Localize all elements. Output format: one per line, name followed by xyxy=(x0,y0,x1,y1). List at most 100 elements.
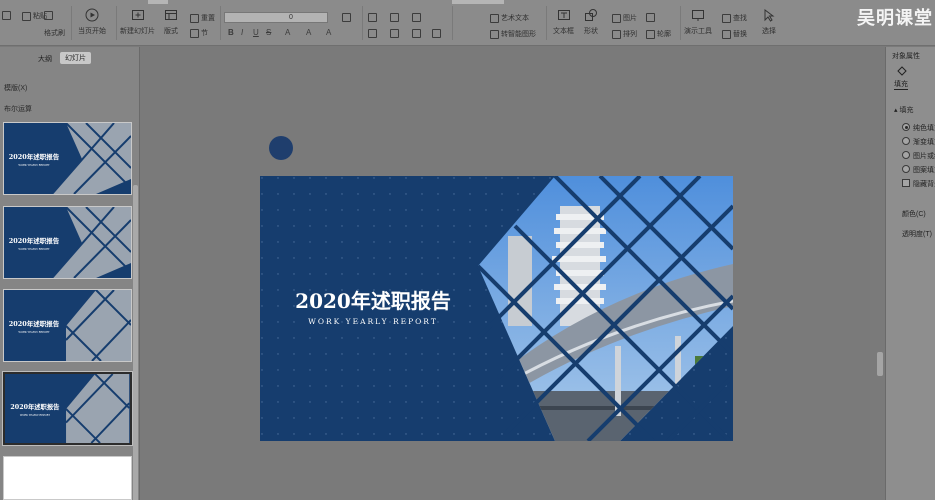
align-right-button[interactable] xyxy=(412,29,421,38)
shape-icon xyxy=(585,9,597,21)
thumbnail-3-graphic: 2020年述职报告 WORK YEARLY REPORT xyxy=(9,290,131,361)
align-center-icon xyxy=(390,29,399,38)
outline-label: 轮廓 xyxy=(657,31,671,38)
gradient-fill-radio[interactable] xyxy=(902,137,910,145)
picture-label: 图片 xyxy=(623,15,637,22)
align-left-button[interactable] xyxy=(368,29,377,38)
color-label[interactable]: 颜色(C) xyxy=(902,209,926,219)
replace-label: 替换 xyxy=(733,31,747,38)
thumbnail-2-graphic: 2020年述职报告 WORK YEARLY REPORT xyxy=(9,207,131,278)
fill-section-header[interactable]: ▴ 填充 xyxy=(894,105,913,115)
italic-button[interactable]: I xyxy=(241,28,243,37)
slide-subtitle[interactable]: WORK YEARLY REPORT xyxy=(294,317,452,326)
font-color-button[interactable]: A xyxy=(285,28,290,37)
font-grow-button[interactable] xyxy=(342,13,351,22)
play-icon xyxy=(85,8,99,22)
object-properties-panel: 对象属性 填充 ▴ 填充 纯色填充 渐变填充 图片或纹理填充 图案填充 隐藏背景… xyxy=(885,47,935,500)
play-from-current-button[interactable]: 当页开始 xyxy=(78,8,106,36)
font-size-value: 0 xyxy=(289,14,293,21)
font-size-field[interactable]: 0 xyxy=(224,12,328,23)
thumbnail-scrollbar[interactable] xyxy=(133,185,138,500)
picture-button[interactable]: 图片 xyxy=(612,13,637,23)
underline-button[interactable]: U xyxy=(253,28,259,37)
section-label: 节 xyxy=(201,30,208,37)
highlight-button[interactable]: A xyxy=(306,28,311,37)
slide-title[interactable]: 2020年述职报告 xyxy=(294,285,452,314)
hide-background-checkbox[interactable] xyxy=(902,179,910,187)
slide-thumbnail-1[interactable]: 2020年述职报告 WORK YEARLY REPORT xyxy=(3,122,132,195)
boolean-ops-label[interactable]: 布尔运算 xyxy=(4,104,32,114)
select-button[interactable]: 选择 xyxy=(762,8,776,36)
arrange-button[interactable]: 排列 xyxy=(612,29,637,39)
ribbon-divider xyxy=(546,6,547,40)
layout-button[interactable]: 版式 xyxy=(164,8,178,36)
reset-label: 重置 xyxy=(201,15,215,22)
transparency-label[interactable]: 透明度(T) xyxy=(902,229,932,239)
panel-tabs: 大纲 幻灯片 xyxy=(0,52,140,66)
new-slide-button[interactable]: 新建幻灯片 xyxy=(120,8,155,36)
tab-fill[interactable]: 填充 xyxy=(894,79,908,90)
picture-fill-radio[interactable] xyxy=(902,151,910,159)
text-effect-button[interactable]: 艺术文本 xyxy=(490,13,529,23)
template-label[interactable]: 模版(X) xyxy=(4,83,27,93)
convert-smartart-button[interactable]: 转智能图形 xyxy=(490,29,536,39)
canvas-scrollbar[interactable] xyxy=(877,352,883,376)
indent-icon xyxy=(412,13,421,22)
brush-icon xyxy=(44,11,53,20)
indent-button[interactable] xyxy=(412,13,421,22)
gradient-fill-label: 渐变填充 xyxy=(913,139,935,146)
ribbon-tab-start-highlight[interactable] xyxy=(148,0,168,4)
ribbon-toolbar: 粘贴 格式刷 当页开始 新建幻灯片 版式 重置 节 0 B I U S A A … xyxy=(0,0,935,46)
pattern-fill-label: 图案填充 xyxy=(913,167,935,174)
replace-button[interactable]: 替换 xyxy=(722,29,747,39)
find-label: 查找 xyxy=(733,15,747,22)
replace-icon xyxy=(722,29,731,39)
pattern-fill-radio[interactable] xyxy=(902,165,910,173)
tab-slides[interactable]: 幻灯片 xyxy=(60,52,91,64)
presentation-app: { "brand": "吴明课堂", "ribbon": { "paste": … xyxy=(0,0,935,500)
ribbon-divider xyxy=(362,6,363,40)
arrange-icon xyxy=(612,29,621,39)
ribbon-tabs-strip xyxy=(0,0,935,4)
format-painter-label: 格式刷 xyxy=(44,30,65,37)
slide-editing-canvas[interactable]: 2020年述职报告 WORK YEARLY REPORT xyxy=(141,47,884,500)
slide-thumbnail-2[interactable]: 2020年述职报告 WORK YEARLY REPORT xyxy=(3,206,132,279)
cut-button[interactable] xyxy=(2,11,11,20)
presentation-tools-button[interactable]: 演示工具 xyxy=(684,8,712,36)
strikethrough-button[interactable]: S xyxy=(266,28,271,37)
slide-thumbnail-panel: 大纲 幻灯片 模版(X) 布尔运算 2020年述职报告 WORK YEARLY … xyxy=(0,47,140,500)
fill-icon xyxy=(646,13,655,22)
shape-button[interactable]: 形状 xyxy=(584,8,598,36)
new-slide-label: 新建幻灯片 xyxy=(120,28,155,35)
solid-fill-radio[interactable] xyxy=(902,123,910,131)
bold-button[interactable]: B xyxy=(228,28,234,37)
thumbnail-1-graphic: 2020年述职报告 WORK YEARLY REPORT xyxy=(9,123,131,194)
justify-button[interactable] xyxy=(432,29,441,38)
numbered-list-button[interactable] xyxy=(390,13,399,22)
circle-shape[interactable] xyxy=(269,136,293,160)
align-center-button[interactable] xyxy=(390,29,399,38)
paste-icon xyxy=(22,11,31,21)
section-button[interactable]: 节 xyxy=(190,28,208,38)
outline-button[interactable]: 轮廓 xyxy=(646,29,671,39)
play-from-current-label: 当页开始 xyxy=(78,28,106,35)
reset-button[interactable]: 重置 xyxy=(190,13,215,23)
text-shadow-button[interactable]: A xyxy=(326,28,331,37)
slide-thumbnail-3[interactable]: 2020年述职报告 WORK YEARLY REPORT xyxy=(3,289,132,362)
current-slide[interactable]: 2020年述职报告 WORK YEARLY REPORT xyxy=(260,176,733,441)
ribbon-divider xyxy=(116,6,117,40)
fill-button[interactable] xyxy=(646,13,655,22)
slide-thumbnail-4[interactable]: 2020年述职报告 WORK YEARLY REPORT xyxy=(2,371,133,446)
tab-outline[interactable]: 大纲 xyxy=(38,54,52,64)
textbox-label: 文本框 xyxy=(553,28,574,35)
format-painter-label-item[interactable]: 格式刷 xyxy=(44,28,65,38)
format-painter-button[interactable] xyxy=(44,11,53,20)
new-slide-icon xyxy=(131,10,144,20)
textbox-button[interactable]: 文本框 xyxy=(553,8,574,36)
ribbon-divider xyxy=(71,6,72,40)
fill-bucket-icon[interactable] xyxy=(896,65,908,77)
ribbon-tab-highlight[interactable] xyxy=(452,0,504,4)
find-button[interactable]: 查找 xyxy=(722,13,747,23)
slide-thumbnail-5[interactable] xyxy=(3,456,132,500)
bullet-list-button[interactable] xyxy=(368,13,377,22)
